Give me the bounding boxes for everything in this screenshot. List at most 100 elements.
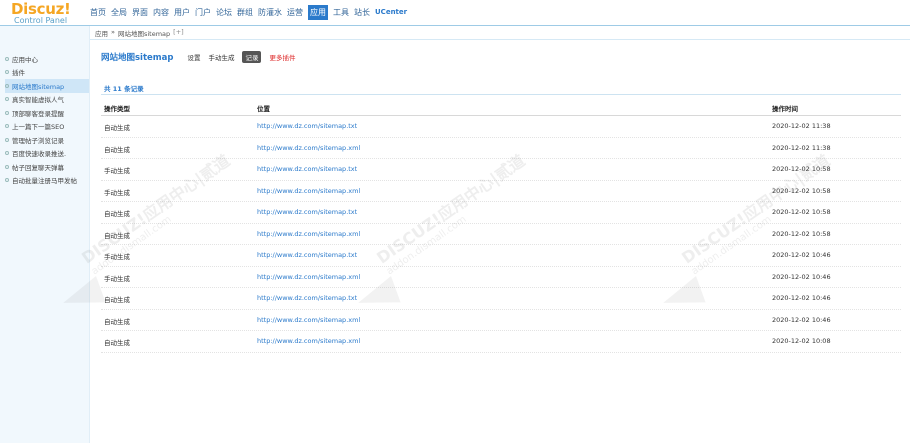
breadcrumb: 应用 » 网站地图sitemap [+] [95, 28, 184, 38]
bullet-icon [5, 97, 9, 102]
tab-more-plugins[interactable]: 更多插件 [269, 52, 295, 62]
sidebar-item-label: 网站地图sitemap [12, 82, 65, 91]
nav-item[interactable]: 防灌水 [258, 6, 282, 19]
discuz-logo[interactable]: Discuz! Control Panel [0, 0, 90, 25]
table-row: 自动生成 http://www.dz.com/sitemap.txt 2020-12… [101, 202, 901, 224]
sidebar-item[interactable]: 百度快速收录推送. [5, 147, 89, 161]
breadcrumb-current: 网站地图sitemap [117, 30, 171, 38]
op-type-cell: 手动生成 [104, 167, 130, 175]
nav-item[interactable]: 全局 [111, 6, 127, 19]
sidebar-item-label: 百度快速收录推送. [12, 150, 67, 159]
table-row: 手动生成 http://www.dz.com/sitemap.xml 2020-12… [101, 267, 901, 288]
sidebar-item-label: 管理帖子浏览记录 [12, 136, 64, 145]
bullet-icon [5, 56, 9, 61]
sidebar-item[interactable]: 真实智能虚拟人气 [5, 93, 89, 107]
location-link[interactable]: http://www.dz.com/sitemap.xml [257, 316, 360, 324]
add-shortcut-button[interactable]: [+] [173, 28, 184, 38]
bullet-icon [5, 110, 9, 115]
op-type-cell: 自动生成 [104, 231, 130, 240]
bullet-icon [5, 164, 9, 169]
table-row: 自动生成 http://www.dz.com/sitemap.txt 2020-12… [101, 288, 901, 310]
table-header-row: 操作类型 位置 操作时间 [101, 100, 901, 116]
op-time-cell: 2020-12-02 10:58 [772, 229, 831, 238]
op-type-cell: 自动生成 [104, 317, 130, 326]
table-row: 自动生成 http://www.dz.com/sitemap.xml 2020-12… [101, 138, 901, 159]
header-location: 位置 [257, 105, 270, 113]
tab-manual-generate[interactable]: 手动生成 [208, 52, 234, 62]
op-type-cell: 自动生成 [104, 210, 130, 218]
op-time-cell: 2020-12-02 10:08 [772, 337, 831, 345]
location-link[interactable]: http://www.dz.com/sitemap.txt [257, 165, 357, 173]
table-row: 自动生成 http://www.dz.com/sitemap.xml 2020-12… [101, 310, 901, 331]
op-type-cell: 手动生成 [104, 188, 130, 197]
location-link[interactable]: http://www.dz.com/sitemap.txt [257, 251, 357, 259]
table-row: 手动生成 http://www.dz.com/sitemap.xml 2020-12… [101, 181, 901, 202]
location-link[interactable]: http://www.dz.com/sitemap.txt [257, 208, 357, 216]
table-row: 手动生成 http://www.dz.com/sitemap.txt 2020-12… [101, 159, 901, 181]
table-row: 自动生成 http://www.dz.com/sitemap.txt 2020-12… [101, 116, 901, 138]
record-count: 共 11 条记录 [104, 85, 144, 93]
bullet-icon [5, 124, 9, 129]
tab-settings[interactable]: 设置 [187, 52, 200, 62]
page-header: 网站地图sitemap 设置 手动生成 记录 更多插件 [101, 51, 295, 63]
sidebar-item-label: 帖子回复聊天弹幕 [12, 163, 64, 172]
sidebar-item[interactable]: 插件 [5, 66, 89, 80]
nav-item[interactable]: 运营 [287, 6, 303, 19]
op-time-cell: 2020-12-02 10:46 [772, 315, 831, 324]
breadcrumb-separator: » [111, 28, 115, 36]
location-link[interactable]: http://www.dz.com/sitemap.xml [257, 230, 360, 238]
location-link[interactable]: http://www.dz.com/sitemap.xml [257, 273, 360, 281]
table-row: 自动生成 http://www.dz.com/sitemap.xml 2020-12… [101, 224, 901, 245]
sidebar-item-label: 插件 [12, 69, 25, 78]
header-op-time: 操作时间 [772, 105, 798, 113]
sidebar-item[interactable]: 自动批量注册马甲发帖 [5, 174, 89, 188]
location-link[interactable]: http://www.dz.com/sitemap.xml [257, 337, 360, 345]
bullet-icon [5, 178, 9, 183]
sidebar-item-label: 应用中心 [12, 55, 38, 64]
sidebar-item[interactable]: 管理帖子浏览记录 [5, 133, 89, 147]
top-bar: Discuz! Control Panel 首页 全局 界面 内容 用户 门户 论坛 群组 防灌… [0, 0, 910, 26]
op-type-cell: 手动生成 [104, 274, 130, 283]
sidebar-list: 应用中心插件网站地图sitemap 真实智能虚拟人气顶部聊客登录提醒上一篇下一篇S… [5, 52, 89, 187]
records-table: 操作类型 位置 操作时间 自动生成 http://www.dz.com/sitem… [101, 100, 901, 353]
sidebar-item[interactable]: 上一篇下一篇SEO [5, 120, 89, 134]
sidebar-item[interactable]: 应用中心 [5, 52, 89, 66]
breadcrumb-apps[interactable]: 应用 [95, 28, 108, 38]
bullet-icon [5, 70, 9, 75]
nav-item[interactable]: 工具 [333, 6, 349, 19]
sidebar-item[interactable]: 帖子回复聊天弹幕 [5, 160, 89, 174]
location-link[interactable]: http://www.dz.com/sitemap.xml [257, 187, 360, 195]
op-time-cell: 2020-12-02 10:58 [772, 208, 831, 216]
nav-item[interactable]: 站长 [354, 6, 370, 19]
op-time-cell: 2020-12-02 11:38 [772, 143, 831, 152]
bullet-icon [5, 137, 9, 142]
nav-item[interactable]: 首页 [90, 6, 106, 19]
nav-item[interactable]: 内容 [153, 6, 169, 19]
location-link[interactable]: http://www.dz.com/sitemap.txt [257, 122, 357, 130]
op-type-cell: 自动生成 [104, 124, 130, 132]
record-count-bar: 共 11 条记录 [101, 81, 901, 95]
op-type-cell: 自动生成 [104, 145, 130, 154]
op-time-cell: 2020-12-02 10:58 [772, 165, 831, 173]
nav-item[interactable]: 门户 [195, 6, 211, 19]
nav-item[interactable]: 用户 [174, 6, 190, 19]
table-row: 自动生成 http://www.dz.com/sitemap.xml 2020-12… [101, 331, 901, 353]
op-type-cell: 手动生成 [104, 253, 130, 261]
sidebar-item-label: 自动批量注册马甲发帖 [12, 177, 77, 186]
main-nav: 首页 全局 界面 内容 用户 门户 论坛 群组 防灌水 运营 应用 工具 站长 UCenter [90, 0, 412, 25]
location-link[interactable]: http://www.dz.com/sitemap.txt [257, 294, 357, 302]
bullet-icon [5, 83, 9, 88]
nav-item[interactable]: 论坛 [216, 6, 232, 19]
nav-item[interactable]: 界面 [132, 6, 148, 19]
sidebar-item-label: 顶部聊客登录提醒 [12, 109, 64, 118]
breadcrumb-bar: 应用 » 网站地图sitemap [+] [90, 26, 910, 40]
tab-records[interactable]: 记录 [242, 51, 262, 63]
nav-item-ucenter[interactable]: UCenter [375, 6, 407, 19]
logo-subtitle: Control Panel [14, 16, 68, 25]
nav-item[interactable]: 群组 [237, 6, 253, 19]
location-link[interactable]: http://www.dz.com/sitemap.xml [257, 144, 360, 152]
sidebar-item[interactable]: 顶部聊客登录提醒 [5, 106, 89, 120]
sidebar-item[interactable]: 网站地图sitemap [5, 79, 89, 93]
bullet-icon [5, 151, 9, 156]
nav-item[interactable]: 应用 [308, 5, 328, 20]
